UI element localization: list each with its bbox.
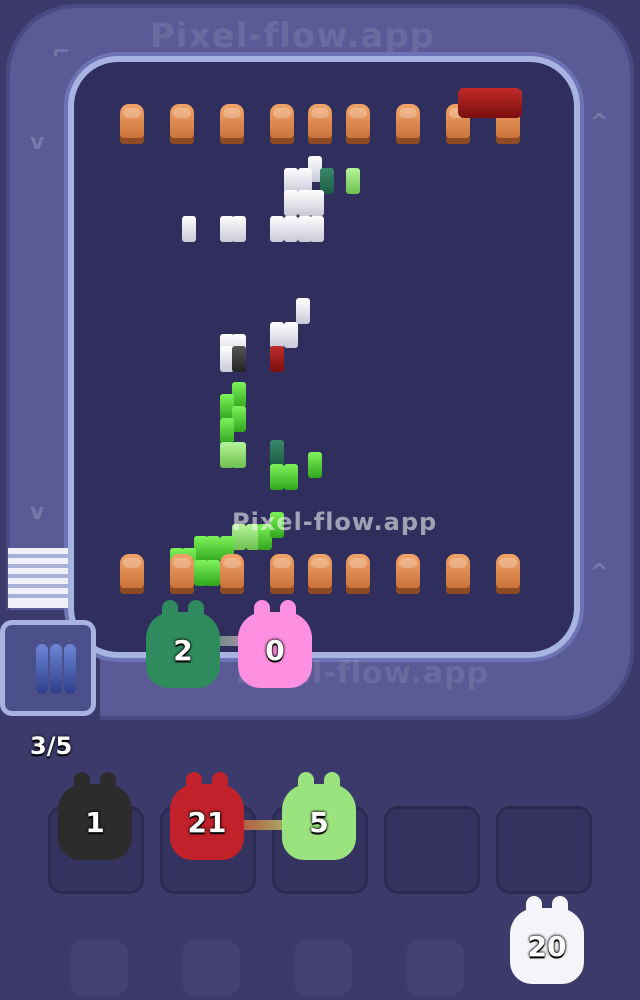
slot-critter[interactable]: 21 — [170, 772, 244, 860]
peg — [270, 104, 294, 144]
pixel-block — [346, 168, 360, 194]
ring-token — [50, 644, 62, 694]
slot-critter[interactable]: 5 — [282, 772, 356, 860]
pixel-block — [284, 190, 298, 216]
peg — [220, 104, 244, 144]
peg — [170, 104, 194, 144]
pixel-block — [206, 536, 220, 562]
conveyor-capacity-counter: 3/5 — [30, 732, 73, 760]
peg — [120, 554, 144, 594]
critter-count: 20 — [527, 929, 567, 963]
critter-dispenser — [0, 620, 96, 716]
pixel-block — [232, 382, 246, 408]
queue-placeholder — [294, 940, 352, 996]
conveyor-critter[interactable]: 2 — [146, 600, 220, 688]
pixel-block — [296, 298, 310, 324]
holding-slot-empty[interactable] — [496, 806, 592, 894]
peg — [220, 554, 244, 594]
queue-critter[interactable]: 20 — [510, 896, 584, 984]
pixel-block — [232, 442, 246, 468]
pixel-block — [310, 190, 324, 216]
holding-slot-empty[interactable] — [384, 806, 480, 894]
pixel-block — [270, 440, 284, 466]
pixel-block — [270, 216, 284, 242]
critter-count: 2 — [173, 633, 193, 667]
pixel-block — [310, 216, 324, 242]
pixel-block — [284, 464, 298, 490]
peg — [308, 104, 332, 144]
queue-placeholder — [182, 940, 240, 996]
pixel-block — [270, 346, 284, 372]
chevron-up-icon: ^ — [590, 560, 609, 585]
critter-count: 21 — [187, 805, 227, 839]
pixel-block — [232, 406, 246, 432]
critter-count: 1 — [85, 805, 105, 839]
queue-placeholder — [70, 940, 128, 996]
peg — [308, 554, 332, 594]
pixel-block — [220, 418, 234, 444]
peg — [346, 104, 370, 144]
pixel-block — [206, 560, 220, 586]
queue-placeholder — [406, 940, 464, 996]
peg — [396, 104, 420, 144]
peg — [396, 554, 420, 594]
stacked-trays — [8, 548, 68, 608]
pixel-block — [182, 216, 196, 242]
chevron-down-icon: v — [30, 500, 45, 525]
pixel-block — [232, 216, 246, 242]
red-block-piece — [458, 88, 522, 118]
pixel-block — [270, 464, 284, 490]
pixel-block — [284, 322, 298, 348]
peg — [120, 104, 144, 144]
ring-token — [36, 644, 48, 694]
critter-count: 0 — [265, 633, 285, 667]
ring-token — [64, 644, 76, 694]
slot-critter[interactable]: 1 — [58, 772, 132, 860]
pixel-block — [284, 216, 298, 242]
chevron-icon: ⌐ — [52, 40, 71, 65]
board-watermark: Pixel-flow.app — [232, 508, 438, 536]
pixel-block — [270, 322, 284, 348]
pixel-block — [308, 452, 322, 478]
critter-count: 5 — [309, 805, 329, 839]
chevron-up-icon: ^ — [590, 110, 609, 135]
chevron-down-icon: v — [30, 130, 45, 155]
peg — [170, 554, 194, 594]
peg — [270, 554, 294, 594]
track-watermark: Pixel-flow.app — [150, 16, 435, 56]
peg — [346, 554, 370, 594]
peg — [446, 554, 470, 594]
conveyor-critter[interactable]: 0 — [238, 600, 312, 688]
pixel-block — [232, 346, 246, 372]
peg — [496, 554, 520, 594]
